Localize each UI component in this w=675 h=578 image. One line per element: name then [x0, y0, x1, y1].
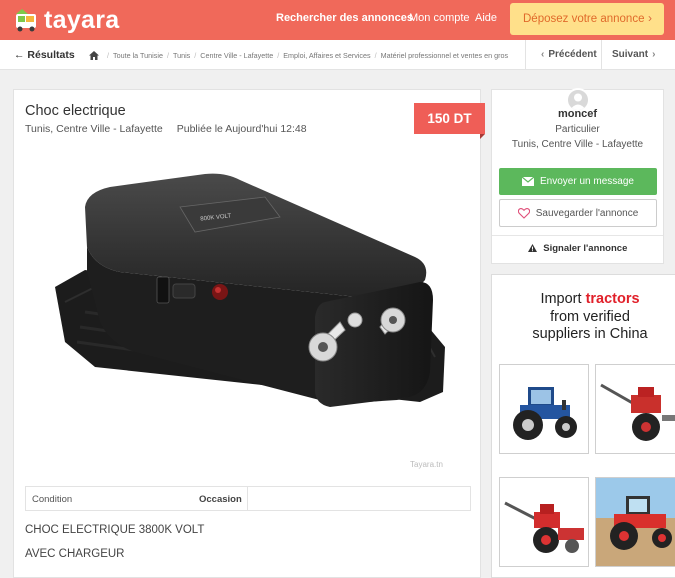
- attribute-key: Condition: [32, 494, 73, 505]
- top-header: tayara Rechercher des annonces Mon compt…: [0, 0, 675, 40]
- field-tractor-image: [596, 478, 675, 566]
- chevron-left-icon: ‹: [541, 49, 545, 60]
- nav-account-link[interactable]: Mon compte: [409, 12, 470, 24]
- save-listing-button[interactable]: Sauvegarder l'annonce: [499, 199, 657, 227]
- breadcrumb-item[interactable]: Toute la Tunisie: [113, 51, 163, 60]
- back-to-results-link[interactable]: ← Résultats: [14, 49, 75, 61]
- ad-product-image[interactable]: [595, 364, 675, 454]
- ad-highlight: tractors: [585, 291, 640, 307]
- heart-icon: [517, 207, 530, 219]
- photo-watermark: Tayara.tn: [410, 460, 443, 469]
- seller-card: moncef Particulier Tunis, Centre Ville -…: [491, 88, 664, 264]
- user-icon: [570, 93, 586, 110]
- listing-title: Choc electrique: [25, 103, 126, 119]
- send-message-label: Envoyer un message: [540, 176, 634, 187]
- previous-listing-button[interactable]: ‹ Précédent: [525, 40, 601, 69]
- ad-product-image[interactable]: [595, 477, 675, 567]
- divider: [492, 235, 663, 236]
- home-icon[interactable]: [89, 51, 99, 60]
- tiller-image: [504, 501, 584, 553]
- nav-search-link[interactable]: Rechercher des annonces: [276, 12, 413, 24]
- nav-help-link[interactable]: Aide: [475, 12, 497, 24]
- chevron-right-icon: ›: [648, 11, 652, 25]
- attribute-divider: [247, 487, 248, 510]
- description-line: AVEC CHARGEUR: [25, 548, 125, 560]
- back-to-results-label: Résultats: [27, 49, 75, 61]
- ad-headline: Import tractors from verified suppliers …: [492, 291, 675, 344]
- ad-line1-prefix: Import: [540, 291, 586, 307]
- breadcrumb-item[interactable]: Centre Ville - Lafayette: [200, 51, 273, 60]
- breadcrumb: / Toute la Tunisie / Tunis / Centre Vill…: [89, 51, 508, 60]
- previous-label: Précédent: [548, 49, 597, 60]
- seller-type: Particulier: [555, 124, 600, 135]
- listing-meta: Tunis, Centre Ville - Lafayette Publiée l…: [25, 123, 307, 135]
- warning-icon: [527, 244, 537, 253]
- advertisement[interactable]: Import tractors from verified suppliers …: [491, 274, 675, 578]
- seller-location: Tunis, Centre Ville - Lafayette: [511, 139, 644, 150]
- ad-product-image[interactable]: [499, 477, 589, 567]
- stun-gun-image: 800K VOLT Tayara.tn: [55, 173, 445, 469]
- logo[interactable]: tayara: [14, 6, 119, 34]
- breadcrumb-item[interactable]: Emploi, Affaires et Services: [283, 51, 370, 60]
- report-listing-label: Signaler l'annonce: [543, 243, 628, 254]
- post-ad-label: Déposez votre annonce: [523, 13, 645, 25]
- logo-icon: [16, 9, 36, 32]
- ad-line2: from verified: [550, 308, 630, 325]
- breadcrumb-item[interactable]: Tunis: [173, 51, 190, 60]
- report-listing-link[interactable]: Signaler l'annonce: [492, 243, 663, 254]
- tractor-image: [513, 387, 577, 440]
- arrow-left-icon: ←: [14, 49, 25, 61]
- save-listing-label: Sauvegarder l'annonce: [535, 207, 639, 219]
- ad-line3: suppliers in China: [532, 326, 648, 342]
- attribute-table: Condition Occasion: [25, 486, 471, 511]
- breadcrumb-item[interactable]: Matériel professionnel et ventes en gros: [381, 51, 508, 60]
- listing-location: Tunis, Centre Ville - Lafayette: [25, 123, 163, 135]
- listing-card: Choc electrique Tunis, Centre Ville - La…: [13, 89, 485, 578]
- listing-published-date: Publiée le Aujourd'hui 12:48: [176, 123, 307, 135]
- post-ad-button[interactable]: Déposez votre annonce ›: [510, 3, 664, 35]
- chevron-right-icon: ›: [652, 49, 656, 60]
- ad-product-image[interactable]: [499, 364, 589, 454]
- seller-name: moncef: [557, 108, 598, 120]
- walking-tractor-image: [600, 383, 675, 441]
- price-tag-fold: [480, 134, 485, 139]
- price-tag: 150 DT: [414, 103, 485, 134]
- listing-photo[interactable]: 800K VOLT Tayara.tn: [25, 152, 471, 477]
- attribute-value: Occasion: [199, 494, 242, 505]
- envelope-icon: [522, 177, 535, 186]
- logo-text: tayara: [44, 6, 120, 34]
- next-label: Suivant: [612, 49, 649, 60]
- send-message-button[interactable]: Envoyer un message: [499, 168, 657, 195]
- description-line: CHOC ELECTRIQUE 3800K VOLT: [25, 524, 205, 536]
- next-listing-button[interactable]: Suivant ›: [601, 40, 661, 69]
- breadcrumb-bar: ← Résultats / Toute la Tunisie / Tunis /…: [0, 40, 675, 70]
